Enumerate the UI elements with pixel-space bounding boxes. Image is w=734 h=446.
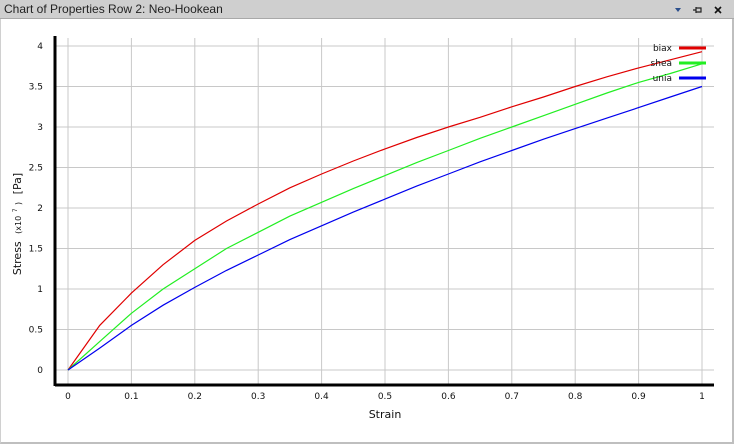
x-tick-label: 0.3: [251, 392, 265, 402]
pin-icon[interactable]: [692, 4, 704, 16]
y-axis-label-scale-suffix: ): [14, 202, 23, 205]
window-title: Chart of Properties Row 2: Neo-Hookean: [4, 2, 223, 16]
y-tick-label: 1.5: [29, 245, 43, 255]
x-tick-label: 0.4: [314, 392, 329, 402]
x-tick-label: 0.7: [505, 392, 519, 402]
y-tick-label: 0: [37, 366, 43, 376]
x-tick-label: 0.1: [124, 392, 138, 402]
chart-background: [1, 19, 731, 442]
x-tick-label: 0.9: [631, 392, 646, 402]
y-tick-label: 4: [37, 42, 43, 52]
x-tick-label: 1: [699, 392, 705, 402]
y-tick-label: 1: [37, 285, 43, 295]
chart-panel: 0 0.1 0.2 0.3 0.4 0.5 0.6 0.7 0.8 0.9 1 0 0.5 1 1.5 2 2…: [0, 19, 734, 444]
legend-label-biax: biax: [653, 44, 673, 54]
x-tick-label: 0.6: [441, 392, 456, 402]
x-tick-label: 0.8: [568, 392, 583, 402]
legend-label-unia: unia: [653, 74, 672, 84]
window-controls: [672, 0, 724, 19]
x-tick-label: 0.2: [188, 392, 202, 402]
close-icon[interactable]: [712, 4, 724, 16]
x-tick-label: 0.5: [378, 392, 392, 402]
window-titlebar: Chart of Properties Row 2: Neo-Hookean: [0, 0, 734, 19]
stress-strain-chart: 0 0.1 0.2 0.3 0.4 0.5 0.6 0.7 0.8 0.9 1 0 0.5 1 1.5 2 2…: [1, 19, 731, 442]
y-tick-label: 2: [37, 204, 43, 214]
y-axis-label-unit: [Pa]: [11, 173, 24, 194]
x-axis-label: Strain: [369, 408, 402, 421]
y-tick-label: 2.5: [29, 164, 43, 174]
y-tick-label: 0.5: [29, 326, 43, 336]
y-axis-label-scale-prefix: (x10: [14, 216, 23, 234]
y-axis-label-main: Stress: [11, 241, 24, 275]
y-axis-label-scale-exp: 7: [12, 208, 19, 212]
y-tick-label: 3: [37, 123, 43, 133]
legend-label-shea: shea: [651, 59, 672, 69]
x-tick-label: 0: [65, 392, 71, 402]
y-tick-label: 3.5: [29, 83, 43, 93]
chevron-down-icon[interactable]: [672, 4, 684, 16]
